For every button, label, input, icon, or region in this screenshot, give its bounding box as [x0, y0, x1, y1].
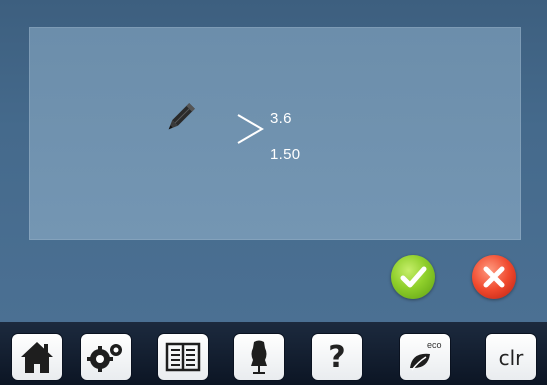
main-screen: 3.6 1.50: [0, 0, 547, 322]
clear-icon: clr: [498, 346, 524, 370]
eco-button[interactable]: eco: [400, 334, 450, 380]
x-icon: [483, 266, 505, 288]
setup-button[interactable]: [81, 334, 131, 380]
display-panel: [29, 27, 521, 240]
tutorial-button[interactable]: [158, 334, 208, 380]
bottom-toolbar: ? eco clr: [0, 322, 547, 385]
greater-than-icon: [237, 114, 264, 144]
book-icon: [165, 342, 201, 372]
eco-label: eco: [427, 340, 442, 350]
help-button[interactable]: ?: [312, 334, 362, 380]
clear-button[interactable]: clr: [486, 334, 536, 380]
checkmark-icon: [400, 266, 427, 288]
pencil-icon: [168, 103, 195, 130]
leaf-icon: [410, 353, 430, 371]
home-button[interactable]: [12, 334, 62, 380]
consultant-button[interactable]: [234, 334, 284, 380]
dress-form-icon: [251, 340, 267, 374]
value-bottom: 1.50: [270, 146, 301, 163]
gears-icon: [87, 344, 122, 372]
cancel-button[interactable]: [472, 255, 516, 299]
house-icon: [21, 342, 53, 373]
confirm-button[interactable]: [391, 255, 435, 299]
value-top: 3.6: [270, 110, 292, 127]
question-icon: ?: [328, 340, 346, 375]
